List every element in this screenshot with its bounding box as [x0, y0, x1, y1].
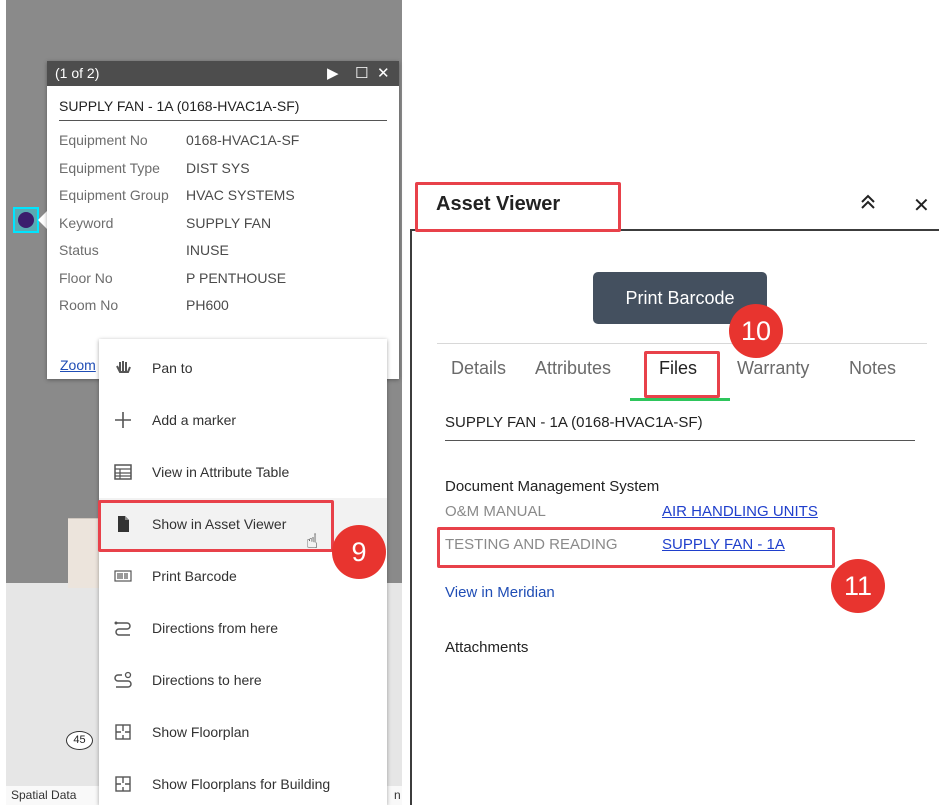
pan-icon	[113, 358, 133, 378]
field-value: HVAC SYSTEMS	[186, 187, 295, 203]
field-value: INUSE	[186, 242, 229, 258]
tabs-divider	[437, 343, 927, 344]
highlight-testing-row	[437, 527, 835, 568]
field-value: SUPPLY FAN	[186, 214, 272, 231]
menu-item-label: Add a marker	[152, 412, 237, 428]
field-key: Equipment Type	[59, 159, 160, 176]
maximize-icon[interactable]: ☐	[355, 61, 368, 86]
step-badge-10: 10	[729, 304, 783, 358]
menu-item-label: Show Floorplan	[152, 724, 250, 740]
close-icon[interactable]: ✕	[377, 61, 390, 86]
tab-warranty[interactable]: Warranty	[737, 358, 809, 379]
dms-section-title: Document Management System	[445, 478, 660, 495]
popup-attribute-table: Equipment No 0168-HVAC1A-SF Equipment Typ…	[59, 127, 387, 320]
popup-row: Status INUSE	[59, 237, 387, 265]
field-key: Keyword	[59, 214, 114, 231]
tab-details[interactable]: Details	[451, 358, 506, 379]
popup-header: (1 of 2) ▶ ☐ ✕	[47, 61, 399, 86]
feature-popup: (1 of 2) ▶ ☐ ✕ SUPPLY FAN - 1A (0168-HVA…	[47, 61, 399, 379]
step-badge-11: 11	[831, 559, 885, 613]
menu-item-directions-from[interactable]: Directions from here	[99, 602, 387, 654]
field-key: Status	[59, 242, 99, 258]
floorplan-icon	[113, 774, 133, 794]
route-shield: 45	[66, 731, 93, 750]
close-icon[interactable]: ✕	[913, 193, 930, 218]
document-type: O&M MANUAL	[445, 503, 546, 520]
menu-item-label: Directions to here	[152, 672, 262, 688]
attribution-tail: n S	[394, 788, 402, 802]
step-badge-9: 9	[332, 525, 386, 579]
active-tab-indicator	[630, 398, 730, 401]
menu-item-add-marker[interactable]: Add a marker	[99, 394, 387, 446]
popup-title: SUPPLY FAN - 1A (0168-HVAC1A-SF)	[59, 98, 387, 121]
highlight-show-in-asset-viewer	[98, 500, 334, 552]
popup-counter: (1 of 2)	[55, 65, 100, 81]
menu-item-label: Show Floorplans for Building	[152, 776, 331, 792]
menu-item-label: Print Barcode	[152, 568, 237, 584]
zoom-to-link[interactable]: Zoom	[60, 357, 96, 373]
table-icon	[113, 462, 133, 482]
floorplan-icon	[113, 722, 133, 742]
menu-item-directions-to[interactable]: Directions to here	[99, 654, 387, 706]
menu-item-label: Pan to	[152, 360, 193, 376]
document-row: O&M MANUAL AIR HANDLING UNITS	[445, 503, 818, 520]
field-key: Equipment No	[59, 132, 148, 148]
menu-item-show-floorplan[interactable]: Show Floorplan	[99, 706, 387, 758]
field-key: Room No	[59, 297, 119, 313]
barcode-icon	[113, 566, 133, 586]
popup-row: Equipment No 0168-HVAC1A-SF	[59, 127, 387, 155]
popup-row: Floor No P PENTHOUSE	[59, 265, 387, 293]
highlight-files-tab	[644, 351, 720, 398]
field-key: Floor No	[59, 269, 113, 286]
feature-point	[18, 212, 34, 228]
view-in-meridian-link[interactable]: View in Meridian	[445, 584, 555, 601]
tab-attributes[interactable]: Attributes	[535, 358, 611, 379]
collapse-icon[interactable]	[860, 192, 876, 218]
plus-icon	[113, 410, 133, 430]
field-value: PH600	[186, 297, 229, 313]
popup-row: Keyword SUPPLY FAN	[59, 210, 387, 238]
popup-row: Equipment Group HVAC SYSTEMS	[59, 182, 387, 210]
menu-item-pan-to[interactable]: Pan to	[99, 342, 387, 394]
popup-row: Room No PH600	[59, 292, 387, 320]
field-value: DIST SYS	[186, 159, 250, 176]
document-link[interactable]: AIR HANDLING UNITS	[662, 503, 818, 520]
panel-divider	[410, 229, 412, 805]
selected-feature-marker[interactable]	[13, 207, 39, 233]
tab-notes[interactable]: Notes	[849, 358, 896, 379]
attachments-title: Attachments	[445, 639, 529, 656]
field-key: Equipment Group	[59, 187, 169, 203]
popup-row: Equipment Type DIST SYS	[59, 155, 387, 183]
attribution-text: Spatial Data	[11, 788, 77, 802]
menu-item-label: View in Attribute Table	[152, 464, 290, 480]
route-pin-icon	[113, 670, 133, 690]
field-value: 0168-HVAC1A-SF	[186, 132, 300, 148]
highlight-asset-viewer-title	[415, 182, 621, 232]
menu-item-label: Directions from here	[152, 620, 279, 636]
field-value: P PENTHOUSE	[186, 269, 287, 286]
menu-item-attribute-table[interactable]: View in Attribute Table	[99, 446, 387, 498]
route-icon	[113, 618, 133, 638]
asset-title: SUPPLY FAN - 1A (0168-HVAC1A-SF)	[445, 414, 915, 441]
next-feature-icon[interactable]: ▶	[327, 61, 339, 86]
menu-item-show-floorplans-building[interactable]: Show Floorplans for Building	[99, 758, 387, 805]
